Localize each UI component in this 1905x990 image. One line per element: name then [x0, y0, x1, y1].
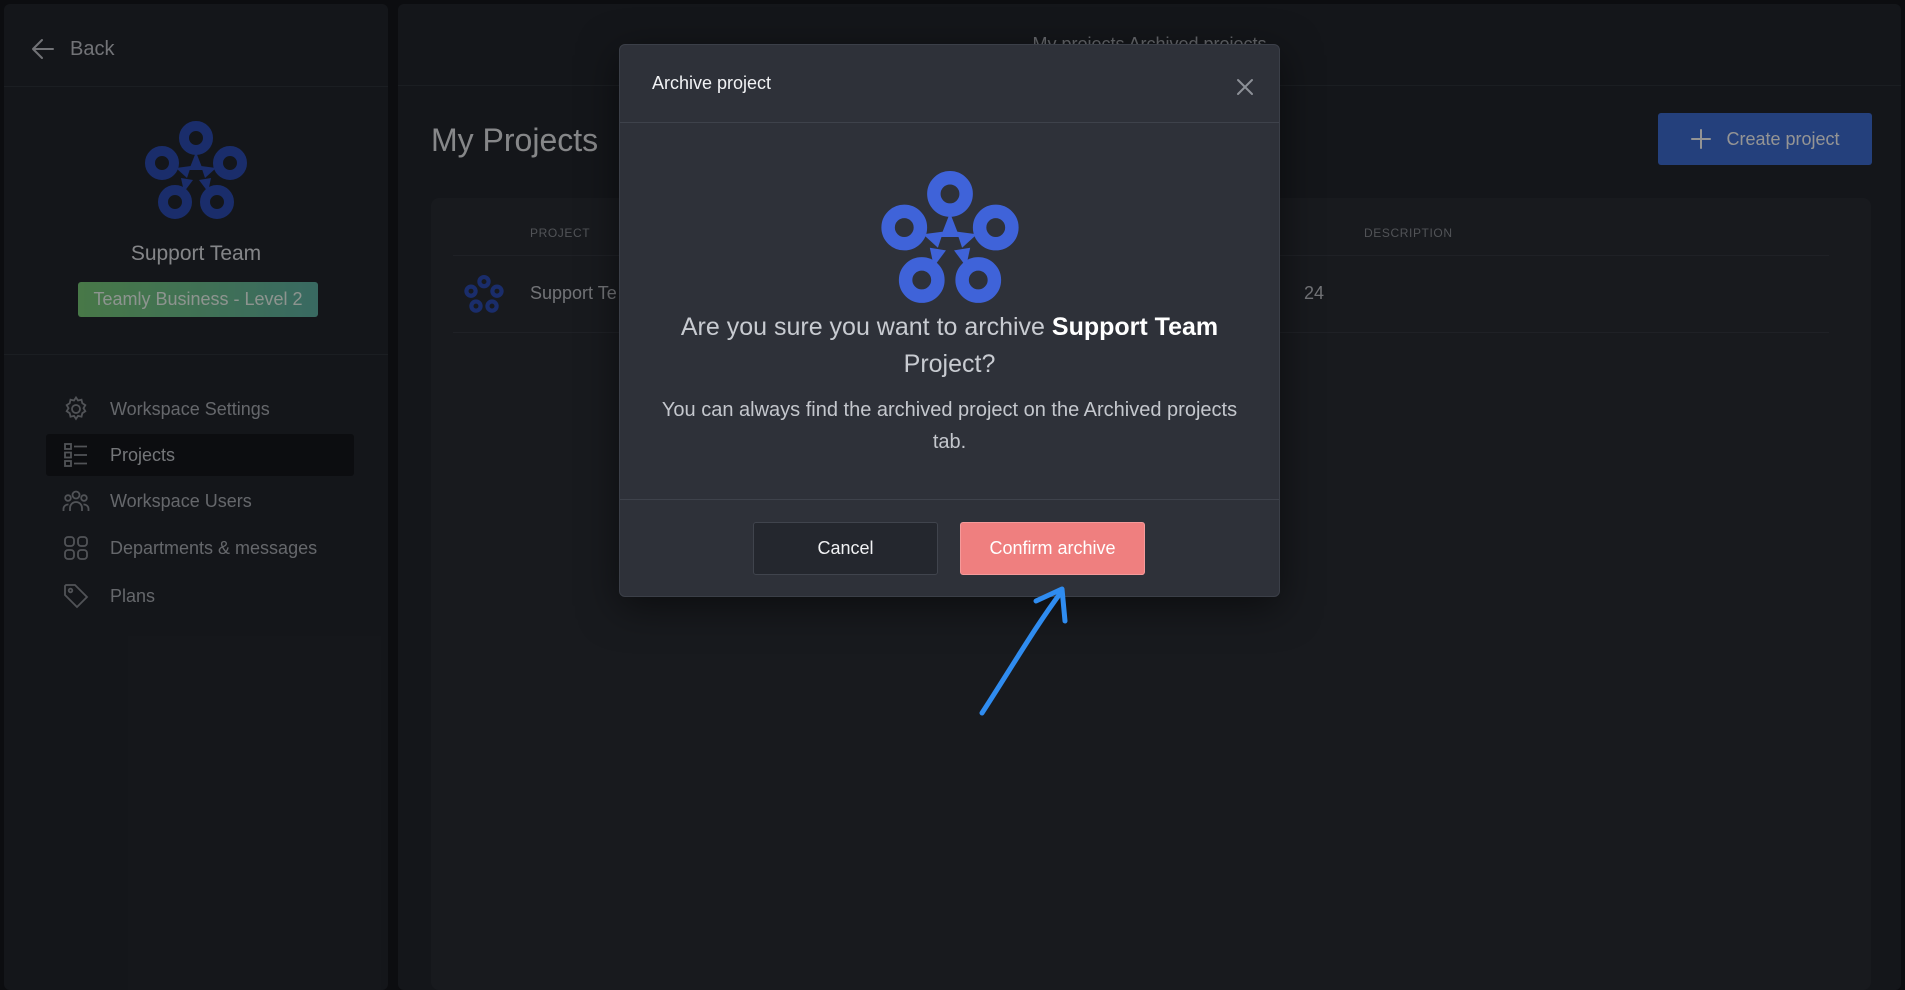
divider — [620, 122, 1279, 123]
confirm-archive-button[interactable]: Confirm archive — [960, 522, 1145, 575]
app-root: Back Support Team Teamly Business - Leve… — [0, 0, 1905, 990]
close-icon[interactable] — [1233, 75, 1257, 99]
dialog-body: You can always find the archived project… — [661, 399, 1238, 453]
archive-project-dialog: Archive project Are you sure you want to… — [619, 44, 1280, 597]
dialog-title: Archive project — [652, 73, 772, 93]
dialog-heading: Are you sure you want to archive Support… — [660, 309, 1239, 383]
heading-prefix: Are you sure you want to archive — [680, 313, 1052, 341]
team-logo-icon — [881, 171, 1019, 303]
annotation-arrow-icon — [979, 586, 1068, 716]
cancel-button[interactable]: Cancel — [753, 522, 938, 575]
divider — [620, 499, 1279, 500]
heading-project-name: Support Team — [1051, 313, 1219, 341]
heading-suffix: Project? — [903, 350, 996, 378]
